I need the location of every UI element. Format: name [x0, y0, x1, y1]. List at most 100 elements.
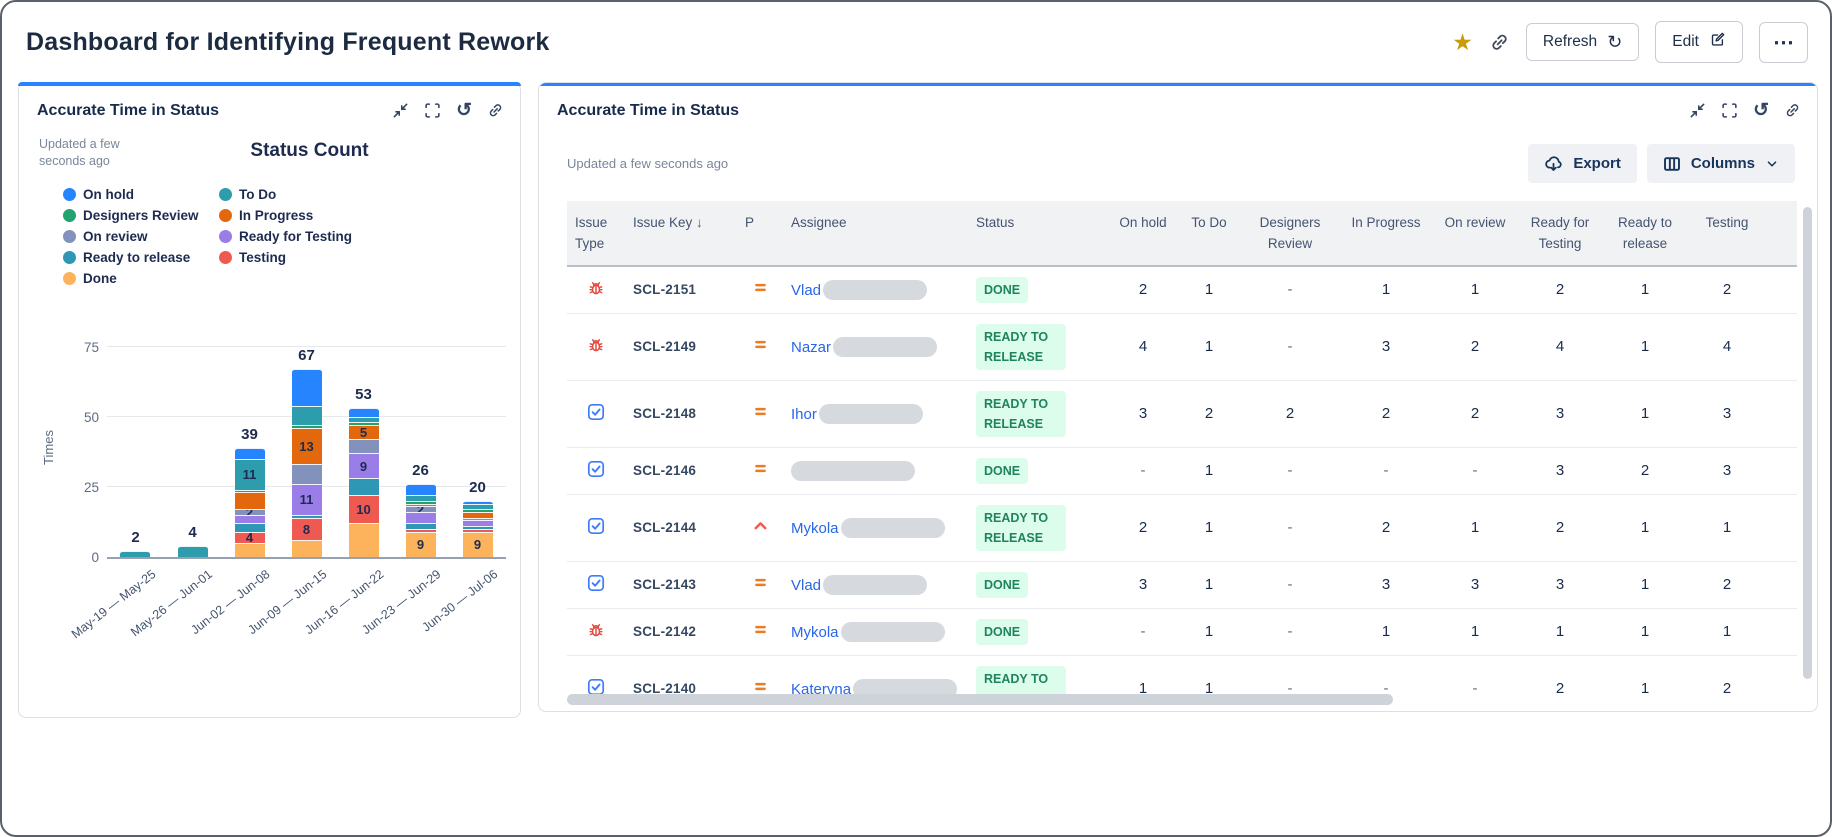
chart-bar[interactable]: 8 11 13 [291, 369, 322, 557]
legend-item[interactable]: Ready for Testing [219, 226, 520, 247]
column-header-to-do[interactable]: To Do [1178, 201, 1240, 267]
column-header-ready-to-release[interactable]: Ready to release [1602, 201, 1688, 267]
bar-segment[interactable]: 5 [348, 425, 379, 440]
column-header-on-hold[interactable]: On hold [1108, 201, 1178, 267]
export-button[interactable]: Export [1528, 144, 1637, 183]
status-time-cell: 3 [1108, 380, 1178, 448]
status-time-cell: 2 [1688, 655, 1766, 703]
bar-segment[interactable] [291, 405, 322, 426]
bar-segment[interactable]: 8 [291, 517, 322, 540]
panel-link-icon[interactable] [1784, 102, 1801, 119]
edit-button[interactable]: Edit [1655, 21, 1743, 63]
assignee-link[interactable]: Mykola [791, 624, 839, 641]
issue-key-cell[interactable]: SCL-2142 [625, 608, 737, 656]
status-time-cell: 1 [1518, 608, 1602, 656]
table-row: SCL-2143 Vlad DONE 3 1-3 3 3 1 2 [567, 561, 1797, 609]
bar-segment[interactable] [291, 539, 322, 557]
bar-segment[interactable] [177, 545, 208, 557]
legend-item[interactable]: On hold [63, 184, 219, 205]
bar-segment[interactable] [234, 523, 265, 532]
column-header-ready-for-testing[interactable]: Ready for Testing [1518, 201, 1602, 267]
bar-segment[interactable] [234, 514, 265, 524]
column-header-issue-key[interactable]: Issue Key ↓ [625, 201, 737, 267]
assignee-link[interactable]: Mykola [791, 520, 839, 537]
bar-segment[interactable] [348, 523, 379, 557]
horizontal-scrollbar[interactable] [567, 694, 1393, 705]
bar-segment[interactable]: 13 [291, 427, 322, 465]
chart-bar[interactable]: 9 [462, 500, 493, 557]
bar-segment[interactable] [291, 369, 322, 406]
panel-link-icon[interactable] [487, 102, 504, 119]
legend-item[interactable]: In Progress [219, 205, 520, 226]
issue-key-cell[interactable]: SCL-2146 [625, 447, 737, 495]
bar-segment[interactable]: 11 [234, 458, 265, 490]
issue-key-cell[interactable]: SCL-2148 [625, 380, 737, 448]
assignee-link[interactable]: Ihor [791, 406, 817, 423]
chart-bar[interactable]: 10 9 5 [348, 408, 379, 557]
column-header-on-review[interactable]: On review [1432, 201, 1518, 267]
filler-cell [1766, 265, 1797, 314]
assignee-link[interactable]: Nazar [791, 339, 831, 356]
column-header-in-progress[interactable]: In Progress [1340, 201, 1432, 267]
sort-desc-icon[interactable]: ↓ [692, 215, 703, 230]
bar-segment[interactable] [234, 542, 265, 557]
issue-key-cell[interactable]: SCL-2143 [625, 561, 737, 609]
vertical-scrollbar[interactable] [1803, 207, 1812, 679]
bar-segment[interactable] [291, 464, 322, 484]
chart-bar[interactable]: 4211 [234, 447, 265, 557]
collapse-icon[interactable] [1689, 102, 1706, 119]
status-time-cell: 2 [1178, 380, 1240, 448]
more-actions-button[interactable]: ⋯ [1759, 21, 1808, 63]
panel-refresh-icon[interactable]: ↺ [1753, 101, 1769, 120]
bug-icon [589, 623, 603, 637]
legend-item[interactable]: Done [63, 268, 219, 289]
favorite-star-icon[interactable]: ★ [1452, 30, 1473, 54]
legend-item[interactable]: On review [63, 226, 219, 247]
column-header-issue-type[interactable]: Issue Type [567, 201, 625, 267]
table-row: SCL-2149 Nazar READY TO RELEASE 4 1-3 2 4 1 4 [567, 313, 1797, 381]
issue-key-cell[interactable]: SCL-2151 [625, 265, 737, 314]
panel-refresh-icon[interactable]: ↺ [456, 101, 472, 120]
legend-item[interactable]: Testing [219, 247, 520, 268]
column-header-testing[interactable]: Testing [1688, 201, 1766, 267]
bar-segment[interactable]: 9 [405, 531, 436, 557]
bar-segment[interactable] [405, 484, 436, 496]
assignee-link[interactable]: Vlad [791, 282, 821, 299]
columns-button[interactable]: Columns [1646, 144, 1795, 183]
issue-key-cell[interactable]: SCL-2149 [625, 313, 737, 381]
status-time-cell: 1 [1340, 265, 1432, 314]
fullscreen-icon[interactable] [424, 102, 441, 119]
bar-segment[interactable]: 4 [234, 531, 265, 543]
column-header-p[interactable]: P [737, 201, 783, 267]
bar-segment[interactable] [348, 408, 379, 417]
bar-segment[interactable] [120, 551, 151, 557]
issues-table-wrap: Issue Type Issue Key ↓ P Assignee Status On h… [567, 201, 1797, 703]
chart-bar[interactable]: 92 [405, 484, 436, 557]
fullscreen-icon[interactable] [1721, 102, 1738, 119]
bar-segment[interactable] [405, 511, 436, 524]
assignee-cell: Vlad [783, 265, 968, 314]
legend-item[interactable]: Ready to release [63, 247, 219, 268]
legend-item[interactable]: Designers Review [63, 205, 219, 226]
bar-segment[interactable] [348, 478, 379, 496]
bar-segment[interactable]: 10 [348, 495, 379, 524]
chart-bar[interactable] [120, 551, 151, 557]
bar-segment[interactable] [234, 447, 265, 459]
copy-link-icon[interactable] [1489, 32, 1510, 53]
status-time-cell: 1 [1602, 380, 1688, 448]
column-header-status[interactable]: Status [968, 201, 1108, 267]
bar-segment[interactable] [234, 492, 265, 510]
chart-bar[interactable] [177, 545, 208, 557]
refresh-button[interactable]: Refresh ↻ [1525, 23, 1640, 61]
legend-item[interactable]: To Do [219, 184, 520, 205]
assignee-link[interactable]: Vlad [791, 577, 821, 594]
collapse-icon[interactable] [392, 102, 409, 119]
bar-segment[interactable]: 9 [462, 531, 493, 557]
bar-segment[interactable] [348, 439, 379, 454]
issue-key-cell[interactable]: SCL-2144 [625, 494, 737, 562]
column-header-assignee[interactable]: Assignee [783, 201, 968, 267]
status-time-cell: 1 [1178, 313, 1240, 381]
column-header-designers-review[interactable]: Designers Review [1240, 201, 1340, 267]
bar-segment[interactable]: 11 [291, 483, 322, 515]
bar-segment[interactable]: 9 [348, 453, 379, 479]
